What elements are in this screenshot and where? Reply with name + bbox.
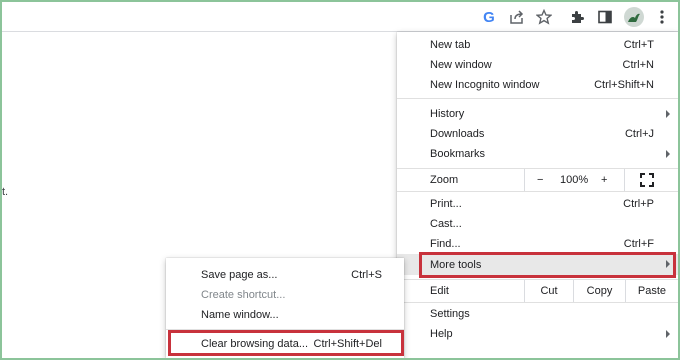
menu-item-label: Name window... bbox=[201, 309, 279, 321]
menu-item-bookmarks[interactable]: Bookmarks bbox=[397, 144, 678, 164]
menu-item-label: Find... bbox=[430, 238, 461, 250]
submenu-item-create-shortcut: Create shortcut... bbox=[166, 285, 404, 305]
zoom-row: Zoom − 100% + bbox=[397, 169, 678, 191]
share-icon[interactable] bbox=[506, 6, 528, 28]
menu-item-label: Help bbox=[430, 328, 453, 340]
zoom-in-button[interactable]: + bbox=[601, 174, 607, 186]
menu-item-label: More tools bbox=[430, 258, 482, 271]
submenu-arrow-icon bbox=[666, 330, 670, 338]
cut-label: Cut bbox=[540, 285, 558, 297]
zoom-control: − 100% + bbox=[524, 169, 625, 191]
edit-label: Edit bbox=[430, 285, 449, 297]
avatar bbox=[624, 7, 644, 27]
menu-separator bbox=[397, 98, 678, 99]
menu-item-new-tab[interactable]: New tab Ctrl+T bbox=[397, 35, 678, 55]
fullscreen-icon[interactable] bbox=[640, 173, 654, 187]
copy-label: Copy bbox=[586, 285, 613, 297]
google-lens-icon[interactable]: G bbox=[478, 6, 500, 28]
more-tools-submenu: Save page as... Ctrl+S Create shortcut..… bbox=[166, 258, 404, 358]
menu-item-downloads[interactable]: Downloads Ctrl+J bbox=[397, 124, 678, 144]
copy-button[interactable]: Copy bbox=[573, 280, 625, 302]
cut-button[interactable]: Cut bbox=[524, 280, 573, 302]
menu-item-label: Clear browsing data... bbox=[201, 338, 308, 350]
menu-item-shortcut: Ctrl+T bbox=[623, 39, 654, 51]
menu-item-label: Print... bbox=[430, 198, 462, 210]
side-panel-icon[interactable] bbox=[594, 6, 616, 28]
menu-item-shortcut: Ctrl+N bbox=[622, 59, 654, 71]
menu-item-find[interactable]: Find... Ctrl+F bbox=[397, 234, 678, 254]
menu-item-cast[interactable]: Cast... bbox=[397, 214, 678, 234]
menu-item-label: Bookmarks bbox=[430, 148, 486, 160]
menu-item-shortcut: Ctrl+J bbox=[624, 128, 654, 140]
edit-row: Edit Cut Copy Paste bbox=[397, 280, 678, 302]
menu-item-label: Downloads bbox=[430, 128, 485, 140]
menu-item-label: New tab bbox=[430, 39, 471, 51]
profile-avatar[interactable] bbox=[623, 6, 645, 28]
submenu-item-save-page-as[interactable]: Save page as... Ctrl+S bbox=[166, 265, 404, 285]
menu-item-shortcut: Ctrl+F bbox=[623, 238, 654, 250]
kebab-menu-icon[interactable] bbox=[651, 6, 673, 28]
browser-toolbar: G bbox=[2, 2, 678, 32]
submenu-item-clear-browsing-data[interactable]: Clear browsing data... Ctrl+Shift+Del bbox=[166, 334, 404, 354]
paste-label: Paste bbox=[637, 285, 667, 297]
menu-item-shortcut: Ctrl+P bbox=[623, 198, 654, 210]
extensions-icon[interactable] bbox=[566, 6, 588, 28]
menu-item-label: History bbox=[430, 108, 465, 120]
zoom-label: Zoom bbox=[430, 174, 459, 186]
menu-item-label: Create shortcut... bbox=[201, 289, 286, 301]
menu-item-label: Save page as... bbox=[201, 269, 278, 281]
submenu-arrow-icon bbox=[666, 110, 670, 118]
menu-item-print[interactable]: Print... Ctrl+P bbox=[397, 194, 678, 214]
menu-item-history[interactable]: History bbox=[397, 104, 678, 124]
google-g-letter: G bbox=[483, 8, 495, 26]
menu-item-more-tools[interactable]: More tools bbox=[397, 254, 678, 275]
menu-item-label: New Incognito window bbox=[430, 79, 540, 91]
submenu-arrow-icon bbox=[666, 260, 670, 268]
menu-item-label: New window bbox=[430, 59, 492, 71]
menu-item-label: Cast... bbox=[430, 218, 462, 230]
page-content-text: t. bbox=[2, 186, 9, 198]
zoom-level-value: 100% bbox=[560, 174, 589, 186]
menu-item-new-incognito-window[interactable]: New Incognito window Ctrl+Shift+N bbox=[397, 75, 678, 95]
bookmark-star-icon[interactable] bbox=[533, 6, 555, 28]
menu-item-shortcut: Ctrl+S bbox=[351, 269, 382, 281]
chrome-main-menu: New tab Ctrl+T New window Ctrl+N New Inc… bbox=[397, 32, 678, 358]
menu-item-new-window[interactable]: New window Ctrl+N bbox=[397, 55, 678, 75]
menu-item-help[interactable]: Help bbox=[397, 324, 678, 344]
menu-item-label: Settings bbox=[430, 308, 470, 320]
menu-item-settings[interactable]: Settings bbox=[397, 304, 678, 324]
submenu-item-name-window[interactable]: Name window... bbox=[166, 305, 404, 325]
menu-separator bbox=[397, 302, 678, 303]
zoom-out-button[interactable]: − bbox=[537, 174, 543, 186]
menu-item-shortcut: Ctrl+Shift+Del bbox=[313, 338, 382, 350]
menu-separator bbox=[166, 329, 404, 330]
menu-separator bbox=[397, 191, 678, 192]
submenu-arrow-icon bbox=[666, 150, 670, 158]
menu-item-shortcut: Ctrl+Shift+N bbox=[594, 79, 654, 91]
paste-button[interactable]: Paste bbox=[625, 280, 678, 302]
